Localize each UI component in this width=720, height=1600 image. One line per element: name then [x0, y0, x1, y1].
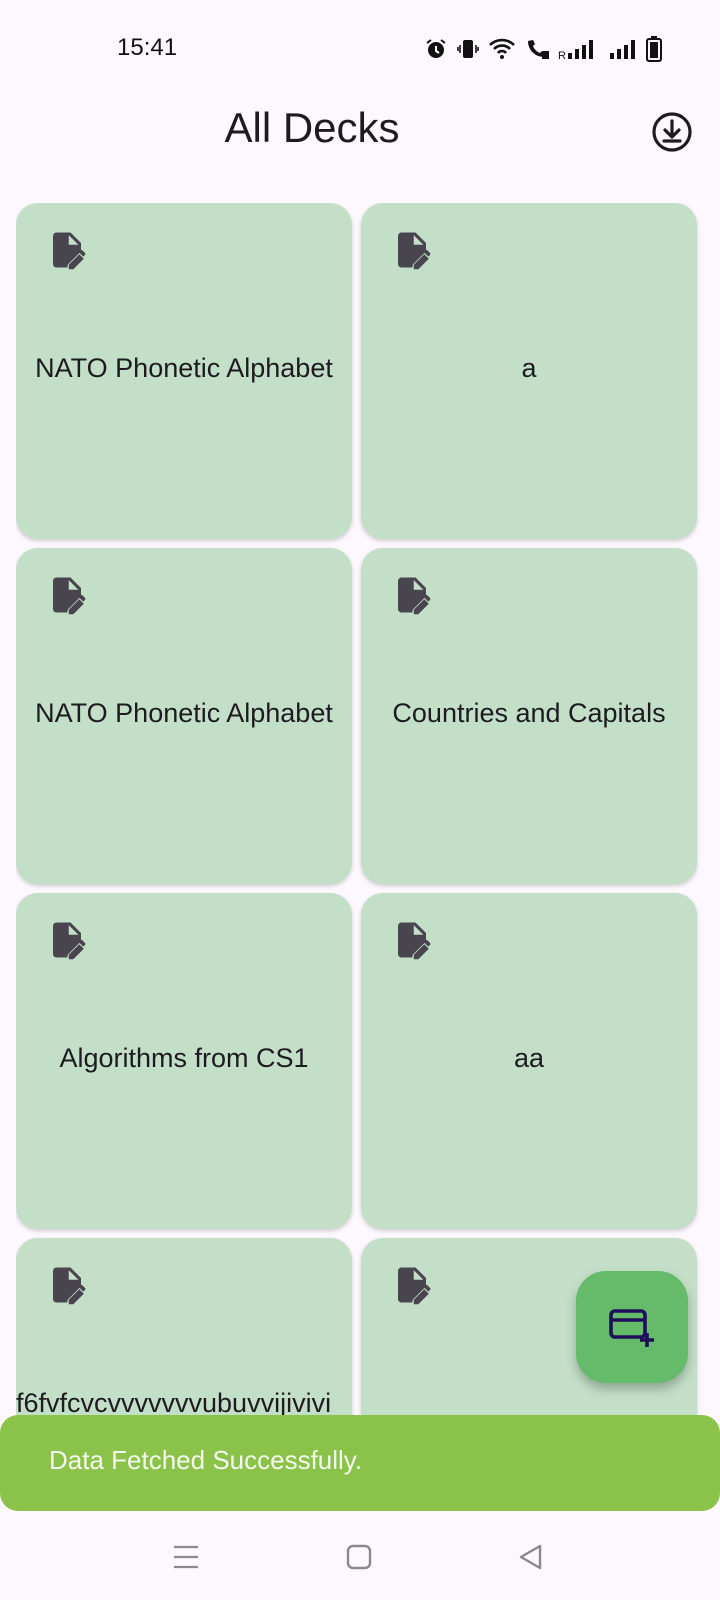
home-button[interactable]	[339, 1537, 379, 1577]
deck-title: NATO Phonetic Alphabet	[35, 698, 333, 728]
deck-title: aa	[513, 1043, 545, 1073]
page-title: All Decks	[224, 104, 400, 151]
snackbar-message: Data Fetched Successfully.	[49, 1445, 363, 1475]
deck-grid: NATO Phonetic Alphabet a NATO Phonetic A…	[16, 203, 706, 1415]
deck-card[interactable]: Countries and Capitals	[361, 548, 697, 884]
back-triangle-icon	[519, 1544, 542, 1570]
status-bar: 15:41 R	[0, 0, 720, 96]
deck-title: Countries and Capitals	[392, 698, 666, 728]
edit-note-icon[interactable]	[391, 919, 433, 961]
deck-card[interactable]: Algorithms from CS1	[16, 893, 352, 1229]
snackbar: Data Fetched Successfully.	[0, 1415, 720, 1511]
battery-icon	[646, 36, 662, 62]
deck-card[interactable]: aa	[361, 893, 697, 1229]
deck-title: f6fvfcvcvvvvvvvubuvvijivivi	[16, 1388, 332, 1415]
svg-text:R: R	[558, 50, 566, 61]
vibrate-icon	[457, 40, 479, 58]
menu-button[interactable]	[166, 1537, 206, 1577]
add-card-icon	[609, 1309, 654, 1347]
alarm-icon	[426, 39, 446, 58]
wifi-calling-icon	[528, 40, 549, 59]
system-nav-bar	[0, 1511, 720, 1600]
deck-card[interactable]: NATO Phonetic Alphabet	[16, 203, 352, 539]
edit-note-icon[interactable]	[46, 1264, 88, 1306]
signal-icon	[610, 40, 635, 59]
edit-note-icon[interactable]	[46, 229, 88, 271]
wifi-icon	[489, 38, 515, 59]
status-time: 15:41	[117, 34, 178, 61]
deck-card[interactable]: f6fvfcvcvvvvvvvubuvvijivivi	[16, 1238, 352, 1415]
edit-note-icon[interactable]	[391, 574, 433, 616]
deck-card[interactable]: NATO Phonetic Alphabet	[16, 548, 352, 884]
menu-icon	[174, 1545, 198, 1569]
edit-note-icon[interactable]	[46, 919, 88, 961]
home-square-icon	[346, 1544, 372, 1570]
signal-roaming-icon: R	[558, 40, 593, 61]
deck-title: NATO Phonetic Alphabet	[35, 353, 333, 383]
add-deck-fab[interactable]	[576, 1271, 688, 1383]
edit-note-icon[interactable]	[391, 1264, 433, 1306]
deck-card[interactable]: a	[361, 203, 697, 539]
download-circle-icon	[652, 112, 692, 152]
deck-title: a	[521, 353, 537, 383]
back-button[interactable]	[510, 1537, 550, 1577]
status-icons: R	[424, 34, 662, 64]
deck-title: Algorithms from CS1	[59, 1043, 309, 1073]
download-button[interactable]	[650, 110, 694, 154]
edit-note-icon[interactable]	[46, 574, 88, 616]
edit-note-icon[interactable]	[391, 229, 433, 271]
